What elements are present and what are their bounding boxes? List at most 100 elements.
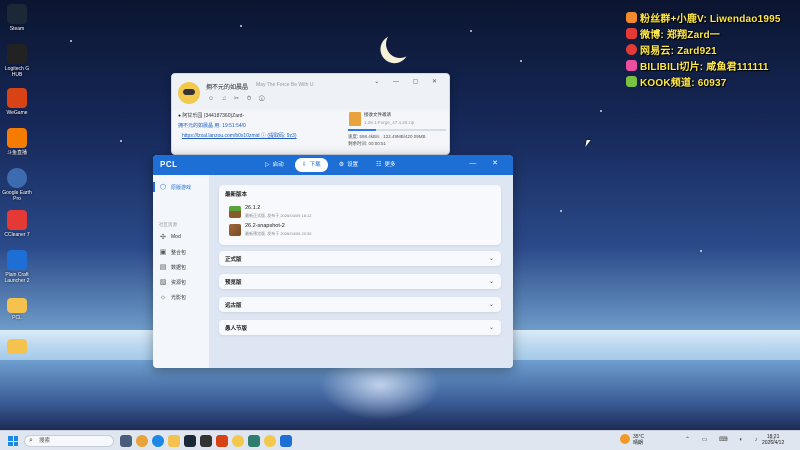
image-icon: ▨ xyxy=(159,279,167,286)
sidebar-item-vanilla[interactable]: ⬡ 原版游戏 xyxy=(153,181,209,193)
section-old[interactable]: 远古版 ⌄ xyxy=(219,297,501,312)
grass-block-icon xyxy=(229,206,241,218)
fans-group-icon xyxy=(626,11,637,23)
tab-download[interactable]: ⇩ 下载 xyxy=(294,158,328,172)
desktop-icon-pcl[interactable]: Plain Craft Launcher 2 xyxy=(0,250,34,284)
qq-toolbar[interactable]: ☺ ♫ ✂ ⏱ ⓘ xyxy=(208,95,268,103)
file-name: 1.28.1-Forge_47.4.20.zip xyxy=(364,120,415,125)
chevron-down-icon: ⌄ xyxy=(488,325,494,331)
sidebar-item-modpack[interactable]: ▣ 整合包 xyxy=(153,246,209,258)
pcl-sidebar: ⬡ 原版游戏 社区资源 ✣ Mod ▣ 整合包 ▤ 数据包 ▨ 资源包 ☼ 光影包 xyxy=(153,175,209,368)
tab-settings[interactable]: ⚙ 设置 xyxy=(332,158,365,172)
chevron-down-icon: ⌄ xyxy=(488,256,494,262)
file-remaining-time: 剩余时间: 00:00:51 xyxy=(348,141,387,146)
file-explorer-icon[interactable] xyxy=(168,435,180,447)
pcl-launcher-window[interactable]: PCL ▷ 启动 ⇩ 下载 ⚙ 设置 ☷ 更多 — ✕ ⬡ 原版游戏 社区资源 ✣ Mod … xyxy=(153,155,513,368)
weather-icon[interactable] xyxy=(620,434,630,444)
section-april-fools[interactable]: 愚人节版 ⌄ xyxy=(219,320,501,335)
card-title: 最新版本 xyxy=(225,192,248,198)
chevron-down-icon: ⌄ xyxy=(488,279,494,285)
desktop-icon-douyu[interactable]: 斗鱼直播 xyxy=(0,128,34,156)
qq-message-sender: ● 阿甘乐园 (344187360)Zard- xyxy=(178,113,245,119)
pcl-window-controls[interactable]: — ✕ xyxy=(469,159,505,167)
desktop-icon-google-earth[interactable]: Google Earth Pro xyxy=(0,168,34,202)
pcl-title-bar[interactable]: PCL ▷ 启动 ⇩ 下载 ⚙ 设置 ☷ 更多 — ✕ xyxy=(153,155,513,175)
earth-icon xyxy=(7,168,27,188)
logitech-icon xyxy=(7,44,27,64)
qq-chat-subtitle: May The Force Be With U xyxy=(256,82,314,88)
netease-music-icon xyxy=(626,43,637,55)
desktop-folder-pcl[interactable]: PCL xyxy=(0,295,34,321)
file-progress-bar xyxy=(348,129,446,131)
overlay-line-netease: 网易云: Zard921 xyxy=(626,42,798,57)
window-controls[interactable]: ⌄ — ▢ ✕ xyxy=(374,78,443,85)
qq-icon[interactable] xyxy=(264,435,276,447)
qq-message-meta: 拥不元的如晨晶 用: 19:51:54/0 xyxy=(178,123,246,129)
qq-message-link[interactable]: https://lzxal.lanzou.com/b0x10zmid ⓘ (提取… xyxy=(182,132,297,139)
steam-icon xyxy=(7,4,27,24)
desktop-icon-steam[interactable]: Steam xyxy=(0,4,34,32)
search-icon: ⌕ xyxy=(29,437,33,444)
version-item-snapshot[interactable]: 26.2-snapshot-2 最新预览版, 发布于 2026/04/09 20… xyxy=(229,223,379,239)
taskbar: ⌕ 搜索 35°C 晴朗 ⌃ ▭ ⌨ ◐ ♪ ▭ 18:21 2026/4/12 xyxy=(0,430,800,450)
taskbar-apps xyxy=(120,435,296,447)
qq-chat-window[interactable]: 拥不元的如晨晶 May The Force Be With U ☺ ♫ ✂ ⏱ … xyxy=(171,73,450,155)
download-icon: ⇩ xyxy=(301,162,307,168)
task-view-icon[interactable] xyxy=(120,435,132,447)
pcl-main-panel: 最新版本 26.1.2 最新正式版, 发布于 2026/04/09 18:12 … xyxy=(209,175,513,368)
cube-icon: ⬡ xyxy=(159,184,167,191)
douyu-icon xyxy=(7,128,27,148)
overlay-line-weibo: 微博: 郑翔Zard一 xyxy=(626,26,798,41)
file-transfer-speed: 速度: 598.4kB/s 122.49MB/420.09MB xyxy=(348,134,426,139)
steam-icon[interactable] xyxy=(184,435,196,447)
wegame-icon xyxy=(7,88,27,108)
app-icon[interactable] xyxy=(248,435,260,447)
sidebar-category: 社区资源 xyxy=(159,222,177,227)
logitech-icon[interactable] xyxy=(200,435,212,447)
database-icon: ▤ xyxy=(159,264,167,271)
section-snapshot[interactable]: 预览版 ⌄ xyxy=(219,274,501,289)
pcl-nav: ▷ 启动 ⇩ 下载 ⚙ 设置 ☷ 更多 xyxy=(258,158,407,172)
file-transfer-title: 接收文件邀请 xyxy=(364,112,391,117)
wegame-icon[interactable] xyxy=(216,435,228,447)
windows-start-icon[interactable] xyxy=(8,436,18,446)
overlay-line-fans: 粉丝群+小鹿V: Liwendao1995 xyxy=(626,10,798,25)
tab-launch[interactable]: ▷ 启动 xyxy=(258,158,291,172)
gear-icon: ⚙ xyxy=(338,162,345,168)
file-transfer-panel[interactable]: 接收文件邀请 1.28.1-Forge_47.4.20.zip 速度: 598.… xyxy=(348,112,446,152)
pcl-icon[interactable] xyxy=(280,435,292,447)
desktop-folder[interactable] xyxy=(0,336,34,356)
version-item-release[interactable]: 26.1.2 最新正式版, 发布于 2026/04/09 18:12 xyxy=(229,205,379,221)
pcl-logo: PCL xyxy=(160,160,178,169)
clock[interactable]: 18:21 2026/4/12 xyxy=(762,434,784,446)
desktop-icon-wegame[interactable]: WeGame xyxy=(0,88,34,116)
moon-icon xyxy=(382,26,418,62)
ccleaner-icon xyxy=(7,210,27,230)
overlay-line-bilibili: BILIBILI切片: 咸鱼君111111 xyxy=(626,58,798,73)
sidebar-item-mod[interactable]: ✣ Mod xyxy=(153,231,209,243)
edge-icon[interactable] xyxy=(152,435,164,447)
section-release[interactable]: 正式版 ⌄ xyxy=(219,251,501,266)
puzzle-icon: ✣ xyxy=(160,234,166,241)
sun-icon: ☼ xyxy=(159,293,167,301)
sidebar-item-shader[interactable]: ☼ 光影包 xyxy=(153,291,209,303)
taskbar-search[interactable]: ⌕ 搜索 xyxy=(24,435,114,447)
kook-icon xyxy=(626,75,637,87)
pcl-icon xyxy=(7,250,27,270)
stream-overlay: 粉丝群+小鹿V: Liwendao1995 微博: 郑翔Zard一 网易云: Z… xyxy=(626,10,798,90)
grid-icon: ☷ xyxy=(376,162,382,168)
weather-widget[interactable]: 35°C 晴朗 xyxy=(633,434,644,446)
chrome-icon[interactable] xyxy=(136,435,148,447)
chevron-down-icon: ⌄ xyxy=(488,302,494,308)
qq-icon[interactable] xyxy=(232,435,244,447)
zip-file-icon xyxy=(349,112,361,126)
sidebar-item-datapack[interactable]: ▤ 数据包 xyxy=(153,261,209,273)
tab-more[interactable]: ☷ 更多 xyxy=(369,158,402,172)
sidebar-item-resourcepack[interactable]: ▨ 资源包 xyxy=(153,276,209,288)
folder-icon xyxy=(7,298,27,313)
weibo-icon xyxy=(626,27,637,39)
desktop-icon-ccleaner[interactable]: CCleaner 7 xyxy=(0,210,34,238)
desktop-icon-logitech[interactable]: Logitech G HUB xyxy=(0,44,34,78)
avatar[interactable] xyxy=(178,82,200,104)
bilibili-icon xyxy=(626,59,637,71)
